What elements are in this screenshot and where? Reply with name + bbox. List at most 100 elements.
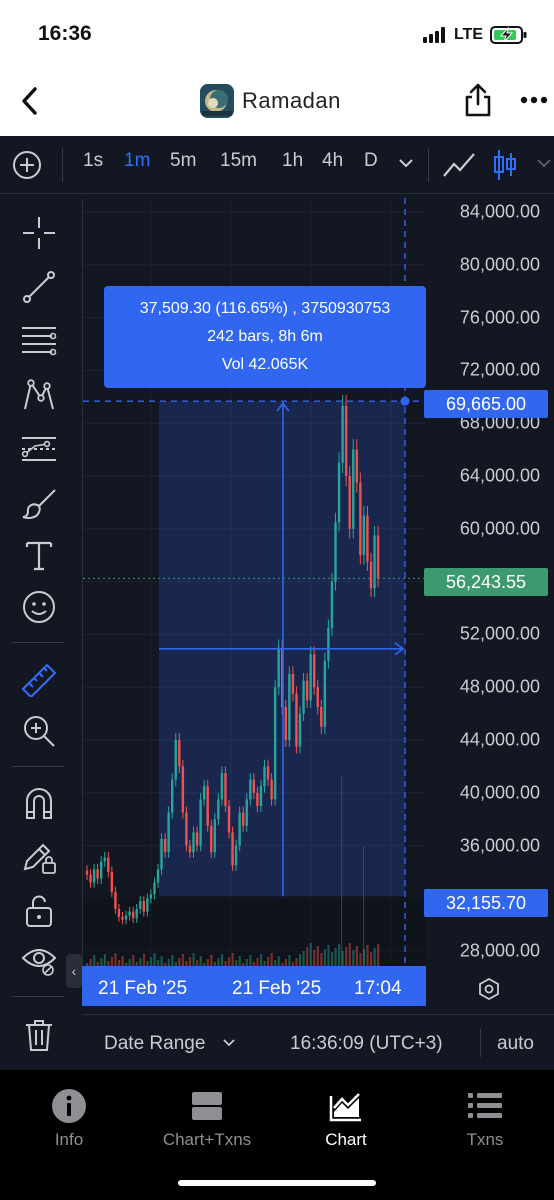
candle-body — [234, 845, 238, 866]
volume-bar — [256, 958, 259, 966]
volume-bar — [306, 947, 309, 966]
chart-bottom-bar: Date Range 16:36:09 (UTC+3) auto — [82, 1014, 554, 1070]
measure-high-price-badge: 69,665.00 — [424, 390, 548, 418]
volume-bar — [259, 954, 263, 966]
chart-type-chevron-down-icon[interactable] — [536, 156, 552, 170]
candle-body — [217, 799, 220, 820]
candle-body — [192, 832, 195, 853]
more-icon[interactable] — [520, 96, 548, 104]
candle-body — [259, 786, 263, 806]
timeframe-1m[interactable]: 1m — [124, 150, 150, 172]
back-chevron-icon[interactable] — [18, 86, 42, 116]
timezone-clock[interactable]: 16:36:09 (UTC+3) — [290, 1033, 443, 1055]
candle-body — [195, 832, 199, 846]
volume-bar — [110, 957, 114, 966]
brush-tool[interactable] — [20, 484, 58, 522]
time-axis-cursor-label: 17:04 — [354, 978, 402, 999]
tools-divider — [12, 996, 64, 997]
volume-bar — [220, 954, 224, 966]
forecast-tool[interactable] — [20, 430, 58, 468]
share-icon[interactable] — [464, 82, 492, 118]
tab-info[interactable]: Info — [4, 1088, 134, 1150]
candle-body — [334, 522, 337, 582]
candle-body — [362, 515, 366, 556]
timeframe-d[interactable]: D — [364, 150, 378, 172]
tab-txns[interactable]: Txns — [420, 1088, 550, 1150]
candle-body — [341, 406, 344, 463]
candle-body — [142, 901, 145, 912]
price-tick-label: 80,000.00 — [459, 254, 540, 275]
volume-bar — [299, 954, 302, 966]
crosshair-tool[interactable] — [20, 214, 58, 252]
volume-bar — [320, 953, 323, 966]
volume-bar — [153, 953, 156, 966]
text-tool[interactable] — [20, 536, 58, 574]
volume-bar — [121, 956, 124, 966]
volume-bar — [139, 958, 142, 966]
timeframe-5m[interactable]: 5m — [170, 150, 196, 172]
unlock-tool[interactable] — [20, 892, 58, 930]
candle-body — [121, 916, 124, 920]
emoji-tool[interactable] — [20, 588, 58, 626]
time-axis-highlight[interactable]: 21 Feb '25 21 Feb '25 17:04 — [82, 966, 426, 1006]
scale-mode-toggle[interactable]: auto — [497, 1033, 534, 1055]
lock-drawings-tool[interactable] — [20, 838, 58, 876]
horizontal-lines-icon — [22, 327, 57, 356]
candle-body — [369, 561, 373, 589]
delete-drawings-tool[interactable] — [20, 1016, 58, 1054]
forecast-icon — [21, 437, 56, 461]
home-indicator — [178, 1180, 376, 1186]
candle-body — [188, 845, 192, 853]
date-range-selector[interactable]: Date Range — [104, 1033, 205, 1055]
visibility-tool[interactable] — [20, 942, 58, 980]
candle-body — [202, 786, 206, 800]
pattern-tool[interactable] — [20, 376, 58, 414]
header-title-group: Ramadan — [200, 84, 341, 118]
volume-bar — [114, 953, 117, 966]
price-tick-label: 76,000.00 — [459, 307, 540, 328]
line-chart-type-icon[interactable] — [442, 150, 476, 180]
candle-body — [366, 515, 369, 562]
volume-bar — [128, 959, 131, 966]
tab-chart-txns[interactable]: Chart+Txns — [142, 1088, 272, 1150]
candle-body — [298, 713, 302, 747]
candle-body — [337, 462, 341, 523]
tab-chart[interactable]: Chart — [281, 1088, 411, 1150]
candles-chart-type-icon[interactable] — [492, 148, 518, 182]
candle-body — [139, 901, 142, 909]
tab-chart-txns-label: Chart+Txns — [162, 1130, 252, 1149]
list-icon — [468, 1093, 502, 1118]
trend-line-tool[interactable] — [20, 268, 58, 306]
measure-tool[interactable] — [20, 660, 58, 698]
candle-body — [199, 799, 202, 846]
timeframe-15m[interactable]: 15m — [220, 150, 257, 172]
candle-body — [103, 857, 106, 862]
candle-body — [171, 779, 174, 813]
candle-body — [96, 869, 99, 879]
add-indicator-icon[interactable] — [12, 150, 42, 180]
volume-bar — [341, 776, 343, 966]
date-range-chevron-down-icon[interactable] — [222, 1037, 236, 1049]
candle-body — [323, 660, 327, 727]
magnet-tool[interactable] — [20, 784, 58, 822]
timeframe-chevron-down-icon[interactable] — [398, 156, 414, 170]
collapse-toolbar-button[interactable]: ‹ — [66, 954, 82, 988]
candle-body — [305, 680, 309, 701]
pencil-lock-icon — [23, 843, 56, 874]
measure-volume-text: Vol 42.065K — [221, 356, 309, 373]
volume-bar — [313, 950, 316, 966]
chart-settings-icon[interactable] — [477, 977, 501, 1001]
candle-body — [273, 687, 277, 800]
timeframe-4h[interactable]: 4h — [322, 150, 343, 172]
timeframe-1h[interactable]: 1h — [282, 150, 303, 172]
candle-body — [316, 687, 319, 707]
crosshair-icon — [23, 217, 55, 249]
zoom-in-tool[interactable] — [20, 712, 58, 750]
fib-retracement-tool[interactable] — [20, 322, 58, 360]
timeframe-1s[interactable]: 1s — [83, 150, 103, 172]
status-time: 16:36 — [38, 22, 92, 45]
candle-body — [146, 898, 149, 912]
volume-bar — [302, 951, 305, 966]
ruler-icon — [21, 663, 57, 697]
candle-body — [107, 857, 110, 872]
